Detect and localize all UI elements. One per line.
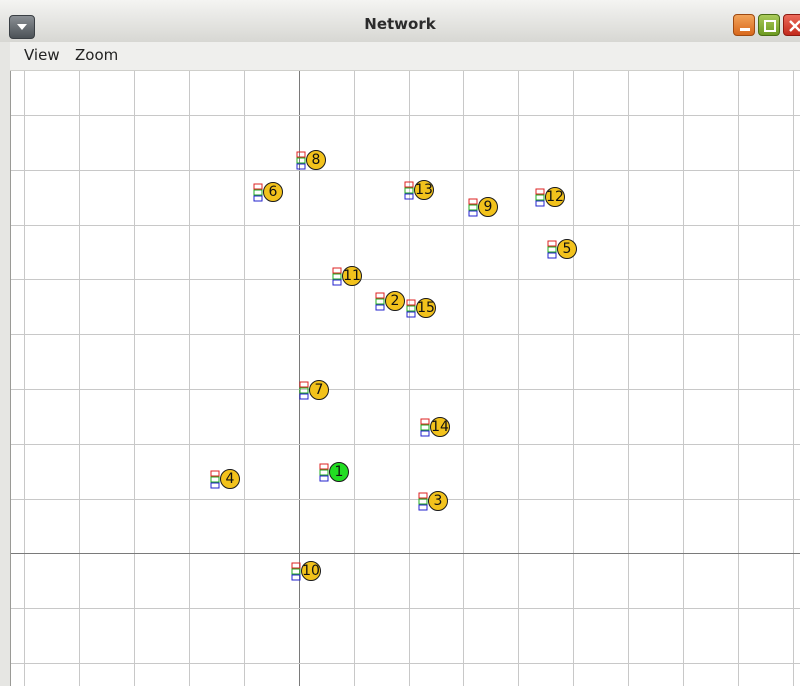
node-status-icon [375,292,385,311]
title-bar[interactable]: Network [0,0,800,43]
node-label: 3 [428,491,448,511]
menu-bar: View Zoom [10,42,800,71]
node-label: 15 [416,298,436,318]
node-status-icon [253,183,263,202]
window-title: Network [364,15,436,33]
node-label: 1 [329,462,349,482]
node-label: 5 [557,239,577,259]
minimize-button[interactable] [733,14,755,36]
node-label: 10 [301,561,321,581]
node-label: 8 [306,150,326,170]
node-label: 7 [309,380,329,400]
node-status-icon [404,181,414,200]
node-status-icon [319,463,329,482]
node-label: 4 [220,469,240,489]
maximize-icon [764,20,776,32]
node-label: 2 [385,291,405,311]
network-canvas[interactable]: 8 6 13 9 12 5 11 2 15 7 14 1 4 3 10 [11,71,800,686]
node-status-icon [296,151,306,170]
node-label: 11 [342,266,362,286]
node-status-icon [535,188,545,207]
node-label: 6 [263,182,283,202]
node-status-icon [468,198,478,217]
maximize-button[interactable] [758,14,780,36]
close-button[interactable] [783,14,800,36]
grid-lines [11,71,800,686]
node-status-icon [332,267,342,286]
node-status-icon [291,562,301,581]
node-label: 9 [478,197,498,217]
node-label: 14 [430,417,450,437]
node-status-icon [547,240,557,259]
window-left-border [0,42,11,686]
node-label: 13 [414,180,434,200]
node-status-icon [418,492,428,511]
node-status-icon [420,418,430,437]
node-status-icon [299,381,309,400]
node-status-icon [210,470,220,489]
node-label: 12 [545,187,565,207]
menu-zoom[interactable]: Zoom [75,46,118,64]
minimize-icon [740,28,750,31]
menu-view[interactable]: View [24,46,60,64]
node-status-icon [406,299,416,318]
close-icon [789,20,800,32]
